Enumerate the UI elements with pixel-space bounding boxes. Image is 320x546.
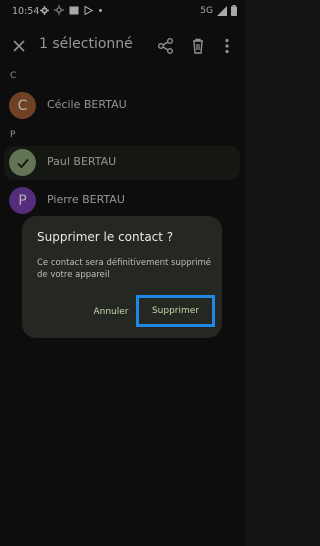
delete-contact-dialog: Supprimer le contact ? Ce contact sera d…	[22, 216, 222, 338]
dialog-title: Supprimer le contact ?	[37, 230, 174, 244]
cancel-button[interactable]: Annuler	[88, 300, 134, 324]
dialog-message: Ce contact sera définitivement supprimé …	[37, 258, 212, 280]
delete-button[interactable]: Supprimer	[136, 295, 215, 327]
